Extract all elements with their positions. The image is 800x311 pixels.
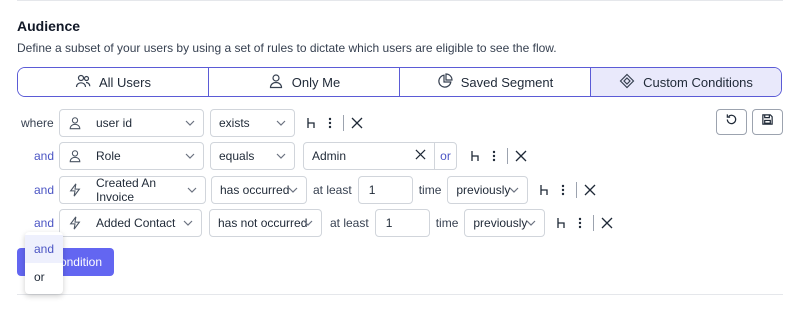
bottom-divider [17, 294, 783, 295]
operator-select[interactable]: equals [210, 142, 295, 170]
more-vertical-icon[interactable] [554, 181, 572, 199]
save-segment-button[interactable] [752, 109, 783, 135]
more-vertical-icon[interactable] [571, 214, 589, 232]
field-value: Role [96, 149, 121, 163]
pie-chart-icon [437, 72, 453, 92]
field-select[interactable]: user id [59, 109, 204, 137]
value-input-group: Admin or [303, 142, 457, 170]
field-value: user id [96, 116, 133, 130]
diamond-icon [619, 73, 635, 92]
operator-value: exists [219, 116, 250, 130]
chevron-down-icon [183, 220, 193, 226]
time-label: time [418, 183, 442, 197]
time-label: time [435, 216, 459, 230]
tab-label: Custom Conditions [643, 74, 753, 90]
tab-label: Only Me [291, 74, 341, 90]
event-select[interactable]: Added Contact [59, 209, 202, 237]
chevron-down-icon [288, 187, 298, 193]
conjunction-selector[interactable]: and [17, 183, 59, 197]
chevron-down-icon [276, 120, 286, 126]
event-value: Added Contact [96, 216, 176, 230]
conjunction-selector[interactable]: and [17, 216, 59, 230]
clear-icon[interactable] [415, 149, 426, 163]
divider [576, 182, 578, 198]
timeframe-select[interactable]: previously [464, 209, 546, 237]
close-icon[interactable] [512, 147, 530, 165]
tab-only-me[interactable]: Only Me [209, 68, 400, 96]
operator-select[interactable]: exists [210, 109, 295, 137]
occurrence-value: has occurred [220, 183, 290, 197]
event-value: Created An Invoice [96, 176, 157, 204]
users-icon [75, 73, 91, 92]
user-icon [68, 149, 82, 163]
close-icon[interactable] [598, 214, 616, 232]
condition-row: and Role equals Admin or [17, 142, 530, 170]
chevron-down-icon [185, 120, 195, 126]
field-select[interactable]: Role [59, 142, 204, 170]
tab-all-users[interactable]: All Users [18, 68, 209, 96]
refresh-icon [725, 113, 738, 131]
more-vertical-icon[interactable] [321, 114, 339, 132]
user-icon [68, 116, 82, 130]
bolt-icon [68, 216, 82, 230]
chevron-down-icon [185, 153, 195, 159]
chevron-down-icon [526, 220, 536, 226]
timeframe-select[interactable]: previously [447, 176, 529, 204]
save-icon [761, 113, 774, 131]
or-button[interactable]: or [434, 143, 456, 169]
h-icon[interactable] [303, 114, 321, 132]
divider [343, 115, 344, 131]
tab-custom-conditions[interactable]: Custom Conditions [591, 68, 781, 96]
timeframe-value: previously [456, 183, 511, 197]
section-description: Define a subset of your users by using a… [17, 41, 557, 55]
occurrence-value: has not occurred [218, 216, 308, 230]
value-text: Admin [312, 149, 347, 163]
chevron-down-icon [276, 153, 286, 159]
dropdown-option-or[interactable]: or [25, 263, 63, 291]
top-divider [17, 0, 783, 1]
chevron-down-icon [509, 187, 519, 193]
occurrence-select[interactable]: has not occurred [209, 209, 322, 237]
chevron-down-icon [187, 187, 197, 193]
value-input[interactable]: Admin [304, 143, 434, 169]
chevron-down-icon [303, 220, 313, 226]
at-least-label: at least [313, 183, 352, 197]
h-icon[interactable] [536, 181, 554, 199]
close-icon[interactable] [581, 181, 599, 199]
at-least-label: at least [330, 216, 369, 230]
condition-row: and Added Contact has not occurred at le… [17, 209, 616, 237]
operator-value: equals [219, 149, 255, 163]
h-icon[interactable] [553, 214, 571, 232]
condition-row: where user id exists [17, 109, 366, 137]
dropdown-option-and[interactable]: and [25, 235, 63, 263]
divider [593, 215, 595, 231]
divider [507, 148, 508, 164]
section-title: Audience [17, 18, 81, 34]
count-input[interactable]: 1 [374, 209, 430, 237]
tab-saved-segment[interactable]: Saved Segment [400, 68, 591, 96]
tab-label: Saved Segment [460, 74, 554, 90]
close-icon[interactable] [348, 114, 366, 132]
condition-row: and Created An Invoice has occurred at l… [17, 176, 599, 204]
add-condition-label: ondition [59, 255, 102, 269]
reset-button[interactable] [716, 109, 747, 135]
conjunction-dropdown: and or [25, 232, 63, 294]
count-input[interactable]: 1 [357, 176, 413, 204]
user-icon [268, 73, 284, 92]
event-select[interactable]: Created An Invoice [59, 176, 206, 204]
timeframe-value: previously [473, 216, 528, 230]
tab-label: All Users [98, 74, 151, 90]
conjunction-label: where [21, 116, 54, 130]
occurrence-select[interactable]: has occurred [211, 176, 307, 204]
conjunction-selector[interactable]: and [17, 149, 59, 163]
more-vertical-icon[interactable] [485, 147, 503, 165]
audience-tabs: All Users Only Me Saved Segment Custom C… [17, 67, 782, 97]
h-icon[interactable] [467, 147, 485, 165]
bolt-icon [68, 183, 82, 197]
